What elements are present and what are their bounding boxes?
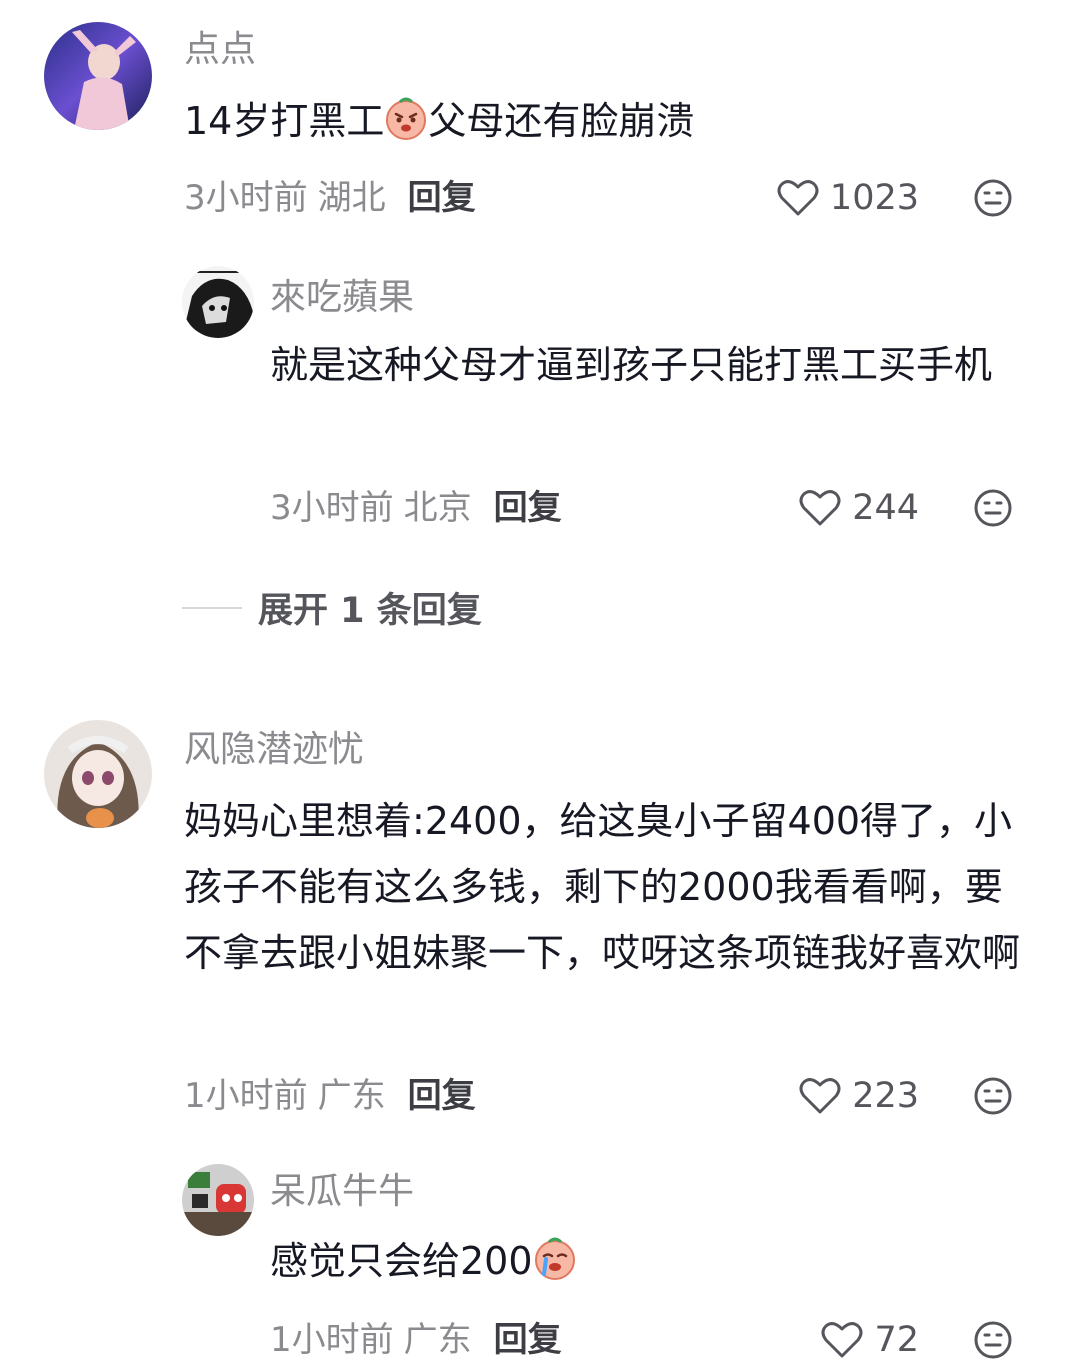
reply-username[interactable]: 呆瓜牛牛 xyxy=(270,1170,414,1214)
comment-text-part: 父母还有脸崩溃 xyxy=(428,99,695,143)
heart-outline-icon xyxy=(799,490,841,526)
reply-time: 1小时前 xyxy=(270,1320,394,1360)
dislike-button[interactable] xyxy=(973,1076,1013,1116)
reply-button[interactable]: 回复 xyxy=(494,1320,562,1360)
like-button[interactable]: 244 xyxy=(798,486,919,530)
heart-outline-icon xyxy=(821,1322,863,1358)
expand-replies-button[interactable]: 展开 1 条回复 xyxy=(182,582,482,633)
reply-meta: 3小时前 北京 回复 xyxy=(270,486,562,530)
reply-time: 3小时前 xyxy=(270,488,394,528)
expand-replies-label: 展开 1 条回复 xyxy=(258,591,482,631)
like-button[interactable]: 1023 xyxy=(776,176,919,220)
dislike-button[interactable] xyxy=(973,178,1013,218)
comment-time: 1小时前 xyxy=(184,1076,308,1116)
comment-text-part: 14岁打黑工 xyxy=(184,99,385,143)
avatar[interactable] xyxy=(182,266,254,338)
like-button[interactable]: 223 xyxy=(798,1074,919,1118)
meh-face-icon xyxy=(974,489,1012,527)
crying-face-emoji xyxy=(533,1234,577,1280)
comment-time: 3小时前 xyxy=(184,178,308,218)
meh-face-icon xyxy=(974,1077,1012,1115)
reply-text: 感觉只会给200 xyxy=(270,1228,1040,1294)
reply-location: 北京 xyxy=(403,488,472,528)
like-count: 1023 xyxy=(829,178,919,218)
reply-button[interactable]: 回复 xyxy=(408,178,476,218)
comment-location: 广东 xyxy=(317,1076,386,1116)
comment-list: 点点 14岁打黑工 父母还有脸崩溃 3小时前 湖北 回复 1023 來吃蘋果 就是这种… xyxy=(0,0,1079,1367)
comment-text: 14岁打黑工 父母还有脸崩溃 xyxy=(184,88,1044,154)
angry-face-emoji xyxy=(384,94,428,140)
reply-meta: 1小时前 广东 回复 xyxy=(270,1318,562,1362)
dislike-button[interactable] xyxy=(973,1320,1013,1360)
avatar[interactable] xyxy=(44,22,152,130)
comment-text: 妈妈心里想着:2400，给这臭小子留400得了，小孩子不能有这么多钱，剩下的20… xyxy=(184,799,1021,975)
meh-face-icon xyxy=(974,179,1012,217)
avatar[interactable] xyxy=(44,720,152,828)
heart-outline-icon xyxy=(777,180,819,216)
reply-text-part: 感觉只会给200 xyxy=(270,1239,533,1283)
divider-line xyxy=(182,606,242,609)
comment-meta: 3小时前 湖北 回复 xyxy=(184,176,476,220)
comment-username[interactable]: 风隐潜迹忧 xyxy=(184,728,364,772)
reply-location: 广东 xyxy=(403,1320,472,1360)
reply-text: 就是这种父母才逼到孩子只能打黑工买手机 xyxy=(270,343,993,387)
reply-username[interactable]: 來吃蘋果 xyxy=(270,276,414,320)
reply-button[interactable]: 回复 xyxy=(408,1076,476,1116)
like-count: 72 xyxy=(874,1320,919,1360)
reply-button[interactable]: 回复 xyxy=(494,488,562,528)
like-button[interactable]: 72 xyxy=(820,1318,919,1362)
like-count: 244 xyxy=(852,488,919,528)
comment-location: 湖北 xyxy=(317,178,386,218)
heart-outline-icon xyxy=(799,1078,841,1114)
dislike-button[interactable] xyxy=(973,488,1013,528)
comment-username[interactable]: 点点 xyxy=(184,28,256,72)
comment-meta: 1小时前 广东 回复 xyxy=(184,1074,476,1118)
like-count: 223 xyxy=(852,1076,919,1116)
avatar[interactable] xyxy=(182,1164,254,1236)
meh-face-icon xyxy=(974,1321,1012,1359)
